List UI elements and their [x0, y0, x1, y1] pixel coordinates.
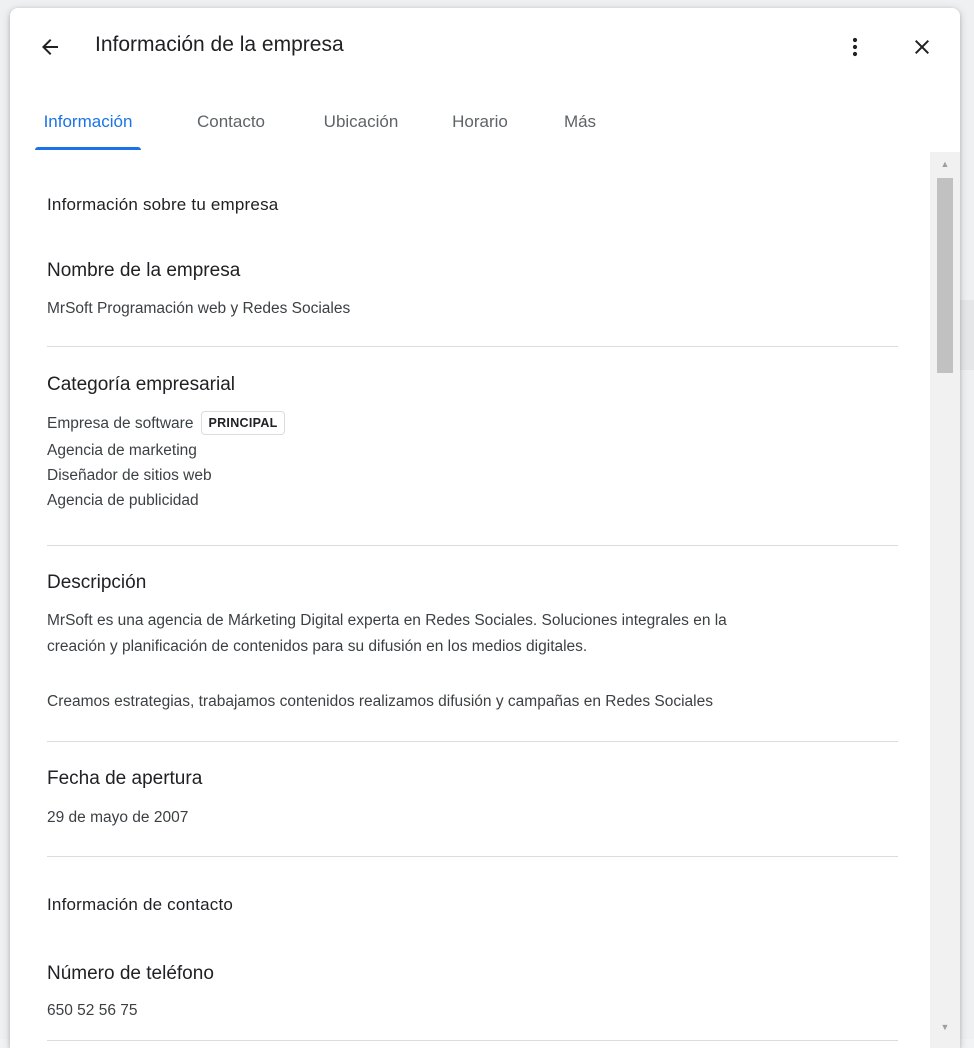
description-line: Creamos estrategias, trabajamos contenid… — [47, 689, 907, 714]
vertical-scrollbar[interactable]: ▲ ▼ — [930, 152, 960, 1048]
arrow-back-icon — [38, 35, 62, 59]
dialog-title: Información de la empresa — [95, 33, 344, 57]
tab-mas[interactable]: Más — [550, 94, 610, 150]
description-line: MrSoft es una agencia de Márketing Digit… — [47, 608, 907, 633]
close-button[interactable] — [904, 29, 940, 65]
primary-category-value: Empresa de software — [47, 415, 193, 432]
tab-label: Horario — [452, 112, 508, 132]
tab-label: Más — [564, 112, 596, 132]
category-item: Agencia de marketing — [47, 438, 197, 463]
tab-label: Ubicación — [324, 112, 399, 132]
contact-section-title: Información de contacto — [47, 895, 233, 915]
divider — [47, 545, 898, 546]
business-name-label: Nombre de la empresa — [47, 260, 240, 282]
scrollbar-thumb[interactable] — [937, 178, 953, 373]
back-button[interactable] — [32, 29, 68, 65]
scroll-down-arrow[interactable]: ▼ — [930, 1017, 960, 1037]
business-name-field[interactable] — [37, 244, 898, 336]
close-icon — [910, 35, 934, 59]
phone-number-field[interactable] — [37, 947, 898, 1039]
more-vert-icon — [843, 35, 867, 59]
tab-horario[interactable]: Horario — [438, 94, 522, 150]
more-options-button[interactable] — [837, 29, 873, 65]
description-line: creación y planificación de contenidos p… — [47, 634, 907, 659]
opening-date-field[interactable] — [37, 752, 898, 852]
tab-contacto[interactable]: Contacto — [180, 94, 282, 150]
phone-value: 650 52 56 75 — [47, 998, 138, 1023]
divider — [47, 741, 898, 742]
divider — [47, 856, 898, 857]
tab-label: Contacto — [197, 112, 265, 132]
business-name-value: MrSoft Programación web y Redes Sociales — [47, 296, 350, 321]
divider — [47, 346, 898, 347]
dialog-header: Información de la empresa — [10, 8, 960, 86]
primary-category: Empresa de software PRINCIPAL — [47, 411, 285, 436]
category-label: Categoría empresarial — [47, 374, 235, 396]
opening-date-label: Fecha de apertura — [47, 768, 202, 790]
category-item: Agencia de publicidad — [47, 488, 199, 513]
primary-badge: PRINCIPAL — [201, 411, 284, 435]
about-section-title: Información sobre tu empresa — [47, 195, 278, 215]
active-tab-indicator — [35, 147, 141, 150]
business-info-dialog: Información de la empresa Información Co… — [10, 8, 960, 1048]
scroll-up-arrow[interactable]: ▲ — [930, 154, 960, 174]
tab-bar: Información Contacto Ubicación Horario M… — [10, 94, 960, 152]
description-label: Descripción — [47, 572, 146, 594]
dialog-content: Información sobre tu empresa Nombre de l… — [10, 152, 930, 1048]
category-item: Diseñador de sitios web — [47, 463, 212, 488]
tab-informacion[interactable]: Información — [32, 94, 144, 150]
tab-label: Información — [44, 112, 133, 132]
tab-ubicacion[interactable]: Ubicación — [306, 94, 416, 150]
divider — [47, 1040, 898, 1041]
phone-label: Número de teléfono — [47, 963, 214, 985]
opening-date-value: 29 de mayo de 2007 — [47, 805, 188, 830]
